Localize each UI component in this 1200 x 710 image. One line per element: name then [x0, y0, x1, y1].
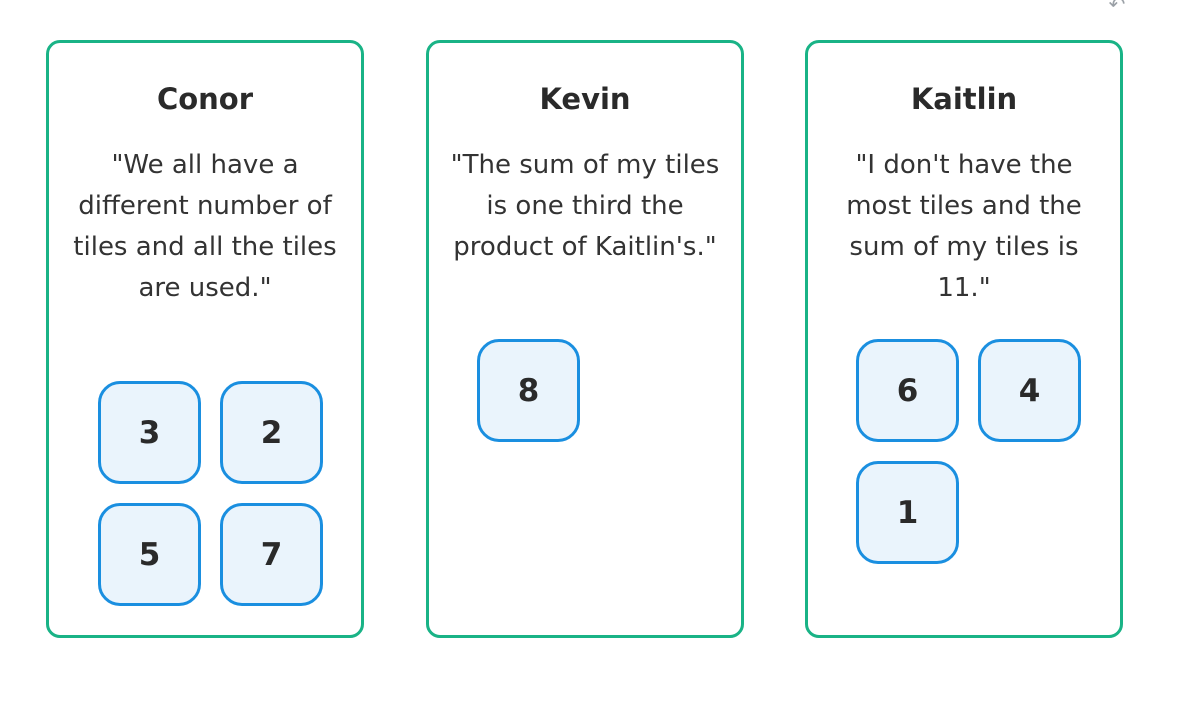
number-tile[interactable]: 7: [220, 503, 323, 606]
number-tile[interactable]: 3: [98, 381, 201, 484]
undo-arrow-icon[interactable]: ↶: [1102, 0, 1132, 14]
player-card-kaitlin: Kaitlin "I don't have the most tiles and…: [805, 40, 1123, 638]
player-quote: "The sum of my tiles is one third the pr…: [450, 150, 720, 262]
player-name: Conor: [156, 82, 254, 116]
player-card-kevin: Kevin "The sum of my tiles is one third …: [426, 40, 744, 638]
player-name: Kaitlin: [910, 82, 1018, 116]
player-quote: "I don't have the most tiles and the sum…: [846, 150, 1082, 303]
number-tile[interactable]: 6: [856, 339, 959, 442]
number-tile[interactable]: 2: [220, 381, 323, 484]
number-tile[interactable]: 5: [98, 503, 201, 606]
player-quote: "We all have a different number of tiles…: [73, 150, 337, 303]
number-tile[interactable]: 4: [978, 339, 1081, 442]
number-tile[interactable]: 1: [856, 461, 959, 564]
player-card-conor: Conor "We all have a different number of…: [46, 40, 364, 638]
player-name: Kevin: [539, 82, 631, 116]
number-tile[interactable]: 8: [477, 339, 580, 442]
